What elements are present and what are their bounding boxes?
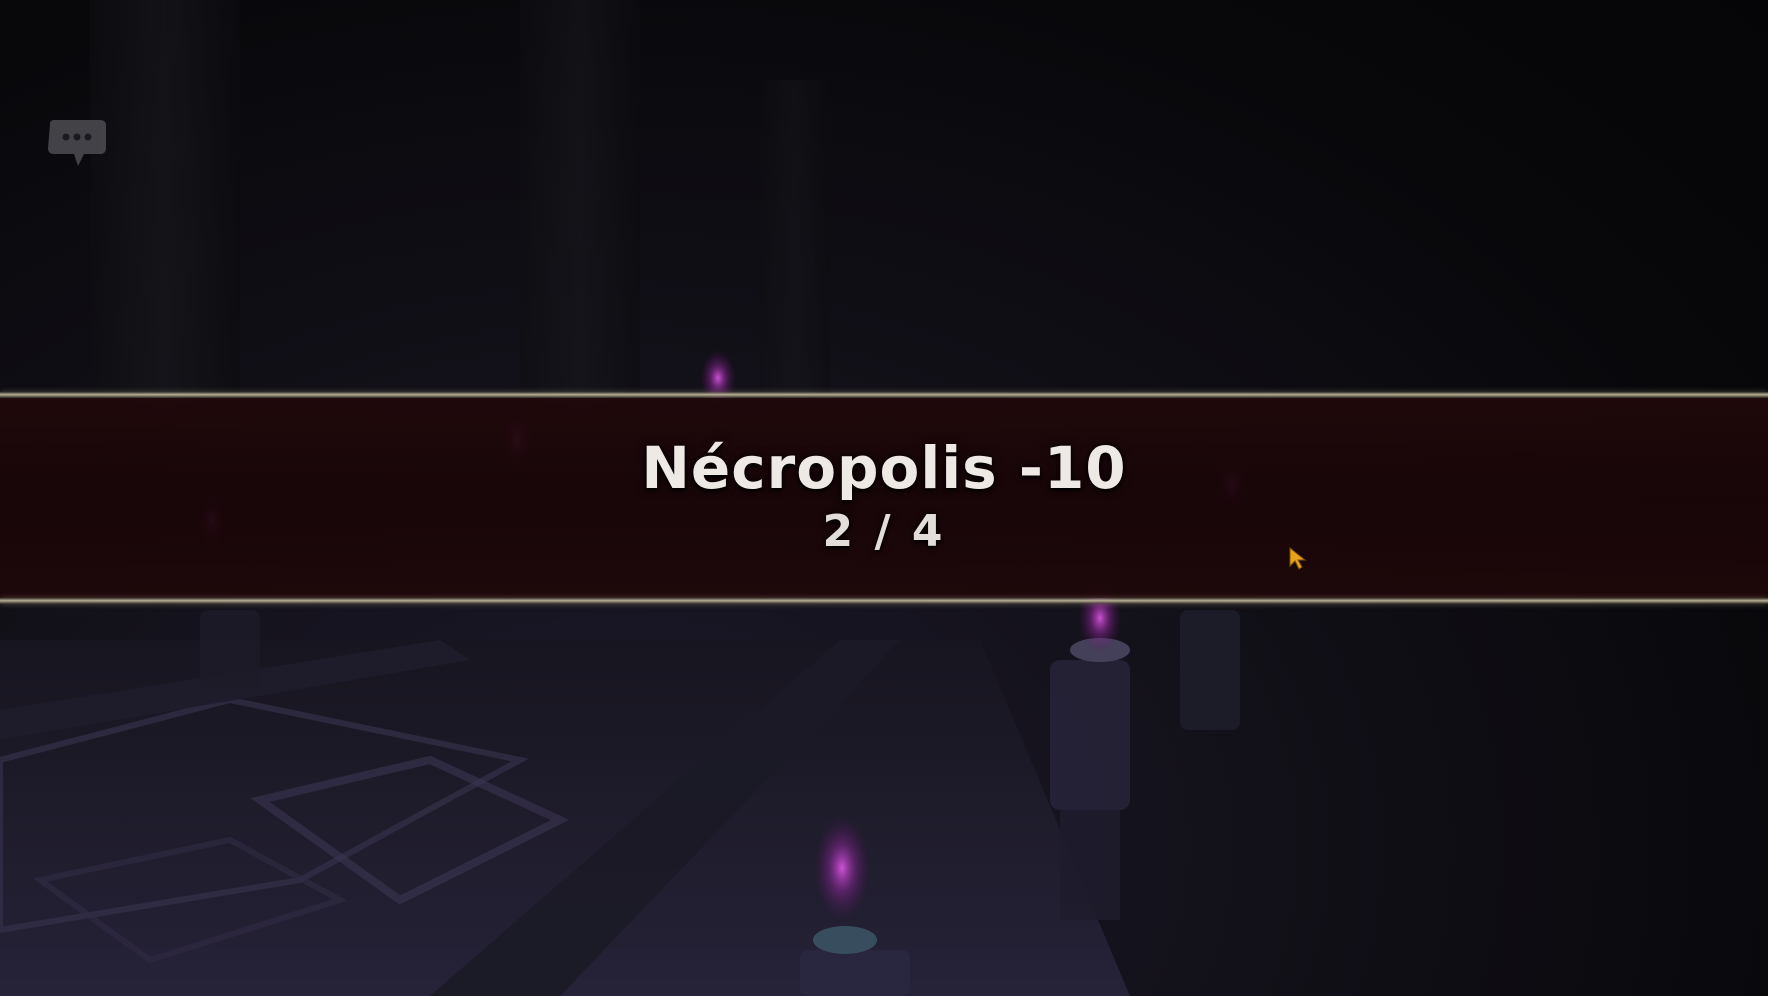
- mouse-cursor-icon: [1288, 546, 1308, 572]
- candle-pedestal: [1180, 610, 1240, 730]
- pillar: [520, 0, 640, 420]
- zone-title: Nécropolis -10: [641, 434, 1127, 502]
- pillar: [90, 0, 240, 420]
- pillar: [760, 80, 830, 400]
- chat-button[interactable]: [44, 118, 110, 174]
- chat-bubble-icon: [48, 120, 106, 166]
- candle-pedestal: [200, 610, 260, 690]
- banner-bottom-rule: [0, 598, 1768, 604]
- zone-banner: Nécropolis -10 2 / 4: [0, 392, 1768, 608]
- candle-pedestal: [1050, 638, 1130, 920]
- torch-flame: [814, 816, 870, 920]
- zone-progress: 2 / 4: [822, 506, 946, 557]
